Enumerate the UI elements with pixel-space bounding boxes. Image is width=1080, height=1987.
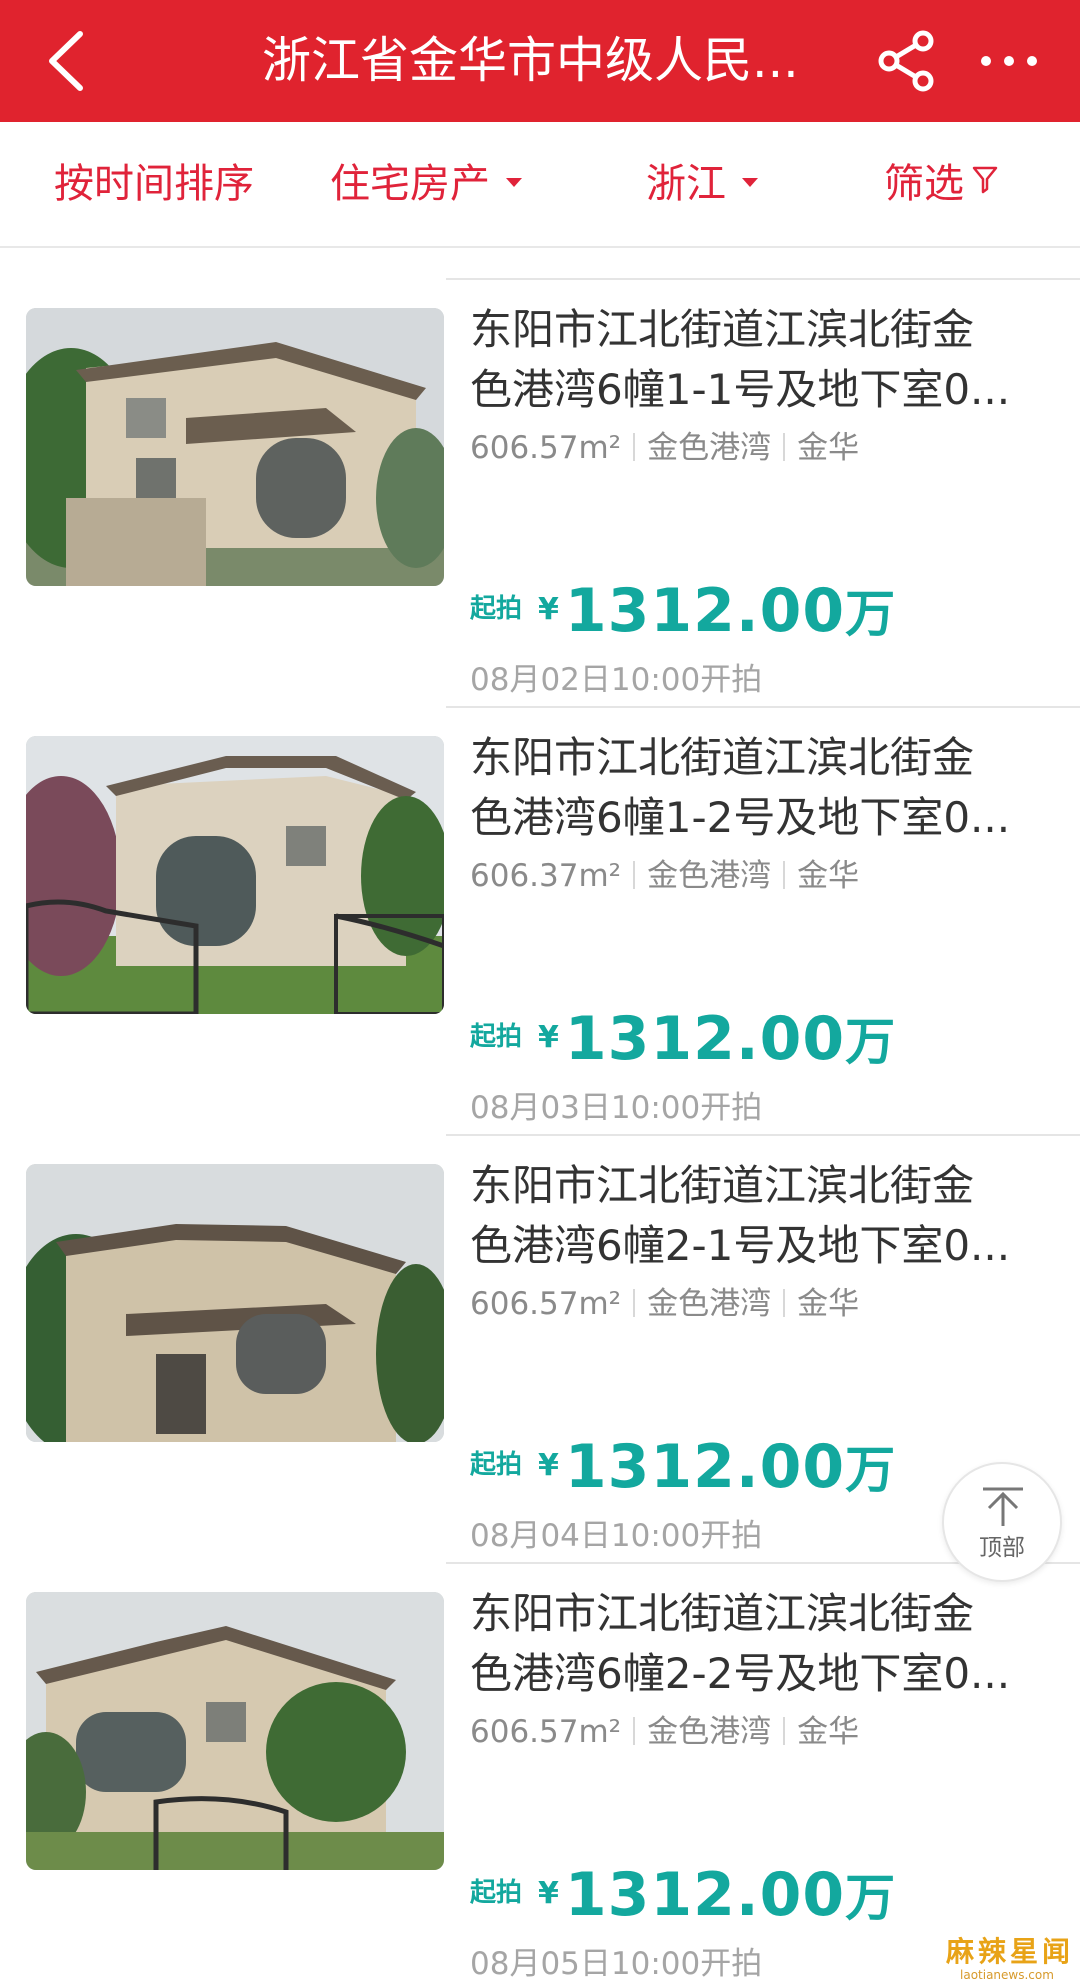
page-title: 浙江省金华市中级人民... bbox=[262, 32, 799, 89]
item-area: 606.37m² bbox=[470, 858, 622, 894]
price-label: 起拍 bbox=[470, 1878, 523, 1908]
currency-symbol: ¥ bbox=[538, 592, 559, 627]
item-price: 起拍 ¥1312.00万 bbox=[470, 1430, 895, 1510]
filter-label: 浙江 bbox=[646, 161, 726, 207]
funnel-icon bbox=[972, 120, 998, 244]
divider bbox=[633, 432, 636, 461]
item-city: 金华 bbox=[797, 1286, 860, 1322]
list-item[interactable]: 东阳市江北街道江滨北街金 色港湾6幢2-1号及地下室0... 606.57m² 金… bbox=[0, 1134, 1080, 1562]
divider bbox=[783, 1716, 786, 1745]
price-unit: 万 bbox=[845, 1441, 896, 1499]
list-item[interactable]: 东阳市江北街道江滨北街金 色港湾6幢2-2号及地下室0... 606.57m² 金… bbox=[0, 1562, 1080, 1987]
price-amount: 1312.00 bbox=[564, 1004, 846, 1074]
item-info: 东阳市江北街道江滨北街金 色港湾6幢2-1号及地下室0... 606.57m² 金… bbox=[470, 1156, 1050, 1326]
watermark: 麻辣星闻 laotianews.com bbox=[946, 1936, 1076, 1986]
back-to-top-button[interactable]: 顶部 bbox=[942, 1462, 1062, 1582]
divider bbox=[446, 278, 1080, 280]
item-area: 606.57m² bbox=[470, 1286, 622, 1322]
screen-filter[interactable]: 筛选 bbox=[884, 122, 998, 246]
property-photo bbox=[26, 308, 444, 586]
item-title: 东阳市江北街道江滨北街金 色港湾6幢1-1号及地下室0... bbox=[470, 305, 1011, 414]
filter-bar: 按时间排序 住宅房产 浙江 筛选 bbox=[0, 122, 1080, 248]
item-community: 金色港湾 bbox=[647, 430, 772, 466]
divider bbox=[446, 1134, 1080, 1136]
caret-down-icon bbox=[506, 177, 522, 187]
item-area: 606.57m² bbox=[470, 1714, 622, 1750]
list-item[interactable]: 东阳市江北街道江滨北街金 色港湾6幢1-1号及地下室0... 606.57m² 金… bbox=[0, 278, 1080, 706]
sort-by-time-filter[interactable]: 按时间排序 bbox=[54, 122, 254, 246]
price-label: 起拍 bbox=[470, 1450, 523, 1480]
item-info: 东阳市江北街道江滨北街金 色港湾6幢1-1号及地下室0... 606.57m² 金… bbox=[470, 300, 1050, 470]
caret-down-icon bbox=[742, 177, 758, 187]
back-to-top-label: 顶部 bbox=[979, 1535, 1025, 1561]
item-title: 东阳市江北街道江滨北街金 色港湾6幢1-2号及地下室0... bbox=[470, 733, 1011, 842]
divider bbox=[783, 860, 786, 889]
divider bbox=[633, 860, 636, 889]
auction-time: 08月02日10:00开拍 bbox=[470, 662, 763, 698]
currency-symbol: ¥ bbox=[538, 1448, 559, 1483]
auction-time: 08月03日10:00开拍 bbox=[470, 1090, 763, 1126]
item-meta: 606.37m² 金色港湾 金华 bbox=[470, 854, 1050, 898]
currency-symbol: ¥ bbox=[538, 1020, 559, 1055]
item-title: 东阳市江北街道江滨北街金 色港湾6幢2-2号及地下室0... bbox=[470, 1589, 1011, 1698]
item-info: 东阳市江北街道江滨北街金 色港湾6幢1-2号及地下室0... 606.37m² 金… bbox=[470, 728, 1050, 898]
filter-label: 按时间排序 bbox=[54, 161, 254, 207]
back-icon[interactable] bbox=[40, 28, 96, 94]
divider bbox=[783, 432, 786, 461]
item-area: 606.57m² bbox=[470, 430, 622, 466]
price-label: 起拍 bbox=[470, 594, 523, 624]
divider bbox=[633, 1716, 636, 1745]
price-amount: 1312.00 bbox=[564, 576, 846, 646]
property-photo bbox=[26, 1164, 444, 1442]
item-community: 金色港湾 bbox=[647, 1714, 772, 1750]
item-price: 起拍 ¥1312.00万 bbox=[470, 1858, 895, 1938]
item-community: 金色港湾 bbox=[647, 1286, 772, 1322]
watermark-text: 麻辣星闻 bbox=[946, 1935, 1075, 1968]
property-type-filter[interactable]: 住宅房产 bbox=[330, 122, 522, 246]
divider bbox=[783, 1288, 786, 1317]
item-community: 金色港湾 bbox=[647, 858, 772, 894]
divider bbox=[633, 1288, 636, 1317]
auction-time: 08月04日10:00开拍 bbox=[470, 1518, 763, 1554]
price-label: 起拍 bbox=[470, 1022, 523, 1052]
item-city: 金华 bbox=[797, 1714, 860, 1750]
watermark-url: laotianews.com bbox=[960, 1968, 1054, 1982]
item-title: 东阳市江北街道江滨北街金 色港湾6幢2-1号及地下室0... bbox=[470, 1161, 1011, 1270]
property-photo bbox=[26, 736, 444, 1014]
arrow-up-icon bbox=[983, 1487, 1023, 1526]
more-dots-icon[interactable] bbox=[974, 30, 1044, 92]
item-meta: 606.57m² 金色港湾 金华 bbox=[470, 1282, 1050, 1326]
currency-symbol: ¥ bbox=[538, 1876, 559, 1911]
item-price: 起拍 ¥1312.00万 bbox=[470, 1002, 895, 1082]
price-unit: 万 bbox=[845, 1869, 896, 1927]
item-city: 金华 bbox=[797, 430, 860, 466]
filter-label: 住宅房产 bbox=[330, 161, 490, 207]
top-bar: 浙江省金华市中级人民... bbox=[0, 0, 1080, 122]
item-meta: 606.57m² 金色港湾 金华 bbox=[470, 426, 1050, 470]
property-photo bbox=[26, 1592, 444, 1870]
auction-time: 08月05日10:00开拍 bbox=[470, 1946, 763, 1982]
filter-label: 筛选 bbox=[884, 161, 964, 207]
item-city: 金华 bbox=[797, 858, 860, 894]
region-filter[interactable]: 浙江 bbox=[646, 122, 758, 246]
price-unit: 万 bbox=[845, 1013, 896, 1071]
list-item[interactable]: 东阳市江北街道江滨北街金 色港湾6幢1-2号及地下室0... 606.37m² 金… bbox=[0, 706, 1080, 1134]
item-meta: 606.57m² 金色港湾 金华 bbox=[470, 1710, 1050, 1754]
share-icon[interactable] bbox=[876, 30, 938, 92]
item-info: 东阳市江北街道江滨北街金 色港湾6幢2-2号及地下室0... 606.57m² 金… bbox=[470, 1584, 1050, 1754]
divider bbox=[446, 706, 1080, 708]
price-unit: 万 bbox=[845, 585, 896, 643]
price-amount: 1312.00 bbox=[564, 1432, 846, 1502]
price-amount: 1312.00 bbox=[564, 1860, 846, 1930]
item-price: 起拍 ¥1312.00万 bbox=[470, 574, 895, 654]
